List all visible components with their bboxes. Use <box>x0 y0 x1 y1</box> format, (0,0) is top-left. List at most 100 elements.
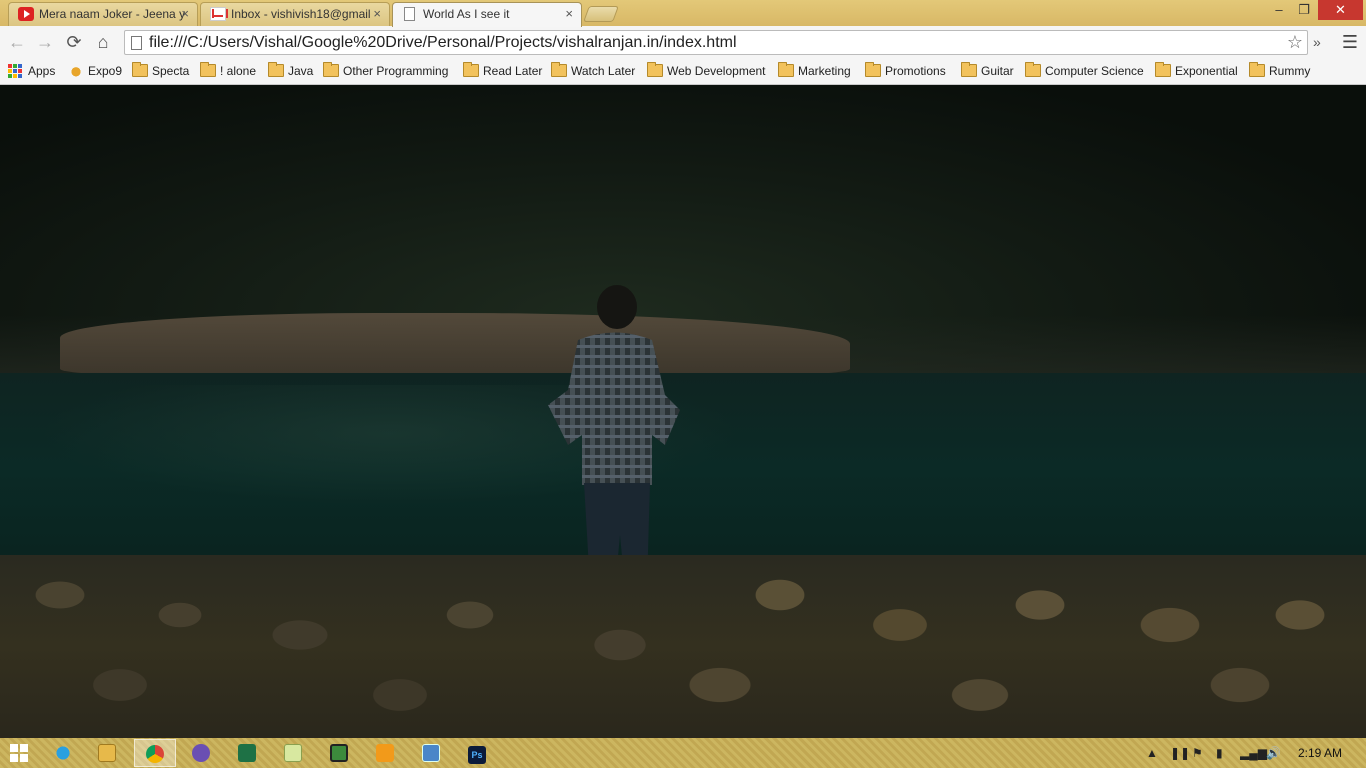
folder-icon <box>200 62 216 77</box>
close-window-button[interactable]: ✕ <box>1318 0 1363 20</box>
tab-title: World As I see it <box>423 7 510 21</box>
reload-button[interactable]: ⟳ <box>62 30 86 54</box>
bookmark-label: Read Later <box>483 64 543 78</box>
folder-icon <box>647 62 663 77</box>
tab-youtube[interactable]: Mera naam Joker - Jeena y × <box>8 2 198 26</box>
chrome-menu-button[interactable]: ☰ <box>1338 30 1362 54</box>
title-bar: Mera naam Joker - Jeena y × Inbox - vish… <box>0 0 1366 27</box>
back-button[interactable]: ← <box>5 30 29 54</box>
gmail-icon <box>210 7 228 21</box>
new-tab-button[interactable] <box>583 6 619 22</box>
bookmark-folder-java[interactable]: Java <box>268 62 313 80</box>
bookmark-folder-computer-science[interactable]: Computer Science <box>1025 62 1144 80</box>
chrome-icon <box>146 745 164 763</box>
tab-gmail[interactable]: Inbox - vishivish18@gmail × <box>200 2 390 26</box>
folder-icon <box>1155 62 1171 77</box>
folder-icon <box>961 62 977 77</box>
forward-button[interactable]: → <box>33 30 57 54</box>
network-signal-icon[interactable]: ▂▄▆ <box>1240 738 1267 768</box>
windows-logo-icon <box>10 744 28 762</box>
apps-grid-icon <box>8 64 22 78</box>
bookmark-label: Expo9 <box>88 64 123 78</box>
bookmark-folder-other-programming[interactable]: Other Programming <box>323 62 448 80</box>
bookmark-label: Rummy <box>1269 64 1311 78</box>
taskbar-photoshop[interactable]: Ps <box>456 739 498 767</box>
show-hidden-icons-button[interactable]: ▲ <box>1146 738 1158 768</box>
bookmark-apps[interactable]: Apps <box>8 62 55 80</box>
excel-icon <box>238 744 256 762</box>
home-button[interactable]: ⌂ <box>91 30 115 54</box>
minimize-button[interactable]: – <box>1266 0 1292 20</box>
address-bar[interactable]: file:///C:/Users/Vishal/Google%20Drive/P… <box>124 30 1308 55</box>
app-purple-icon <box>192 744 210 762</box>
bookmark-label: Guitar <box>981 64 1014 78</box>
taskbar-media-player[interactable] <box>364 739 406 767</box>
folder-icon <box>463 62 479 77</box>
sticky-notes-icon <box>284 744 302 762</box>
folder-icon <box>1025 62 1041 77</box>
bookmark-folder-rummy[interactable]: Rummy <box>1249 62 1310 80</box>
folder-icon <box>268 62 284 77</box>
action-center-flag-icon[interactable]: ⚑ <box>1192 738 1203 768</box>
bookmark-folder-marketing[interactable]: Marketing <box>778 62 851 80</box>
bookmark-folder-web-development[interactable]: Web Development <box>647 62 766 80</box>
expo9-icon <box>68 64 84 77</box>
background-photo <box>0 85 1366 738</box>
file-explorer-icon <box>98 744 116 762</box>
windows-taskbar: Ps ▲ ❚❚ ⚑ ▮ ▂▄▆ 🔊 2:19 AM <box>0 738 1366 768</box>
bookmark-label: Specta <box>152 64 190 78</box>
taskbar-excel[interactable] <box>226 739 268 767</box>
tab-title: Inbox - vishivish18@gmail <box>231 7 371 21</box>
photoshop-icon: Ps <box>468 746 486 764</box>
taskbar-file-explorer[interactable] <box>86 739 128 767</box>
bookmark-folder-watch-later[interactable]: Watch Later <box>551 62 635 80</box>
url-text[interactable]: file:///C:/Users/Vishal/Google%20Drive/P… <box>149 34 737 52</box>
power-battery-icon[interactable]: ▮ <box>1216 738 1223 768</box>
bookmark-folder-promotions[interactable]: Promotions <box>865 62 946 80</box>
app-green-icon <box>330 744 348 762</box>
bookmark-label: ! alone <box>220 64 257 78</box>
maximize-button[interactable]: ❐ <box>1291 0 1317 20</box>
folder-icon <box>778 62 794 77</box>
volume-icon[interactable]: 🔊 <box>1266 738 1281 768</box>
start-button[interactable] <box>4 739 34 767</box>
youtube-icon <box>18 7 34 21</box>
pause-icon[interactable]: ❚❚ <box>1170 738 1190 768</box>
bookmark-folder-exponential[interactable]: Exponential <box>1155 62 1238 80</box>
bookmark-label: Marketing <box>798 64 851 78</box>
extensions-overflow-button[interactable]: » <box>1313 34 1321 50</box>
bookmark-label: Java <box>288 64 314 78</box>
page-icon <box>131 36 142 50</box>
tab-world-as-i-see-it[interactable]: World As I see it × <box>392 2 582 27</box>
media-player-icon <box>376 744 394 762</box>
folder-icon <box>323 62 339 77</box>
bookmark-label: Web Development <box>667 64 766 78</box>
folder-icon <box>132 62 148 77</box>
taskbar-clock[interactable]: 2:19 AM <box>1298 738 1342 768</box>
bookmark-folder-alone[interactable]: ! alone <box>200 62 256 80</box>
bookmarks-bar: Apps Expo9 Specta ! alone Java Other Pro… <box>0 58 1366 85</box>
taskbar-remote-desktop[interactable] <box>410 739 452 767</box>
taskbar-chrome[interactable] <box>134 739 176 767</box>
taskbar-sticky-notes[interactable] <box>272 739 314 767</box>
sand-bank <box>60 313 850 375</box>
bookmark-label: Apps <box>28 64 56 78</box>
taskbar-app-purple[interactable] <box>180 739 222 767</box>
bookmark-folder-guitar[interactable]: Guitar <box>961 62 1014 80</box>
bookmark-label: Other Programming <box>343 64 449 78</box>
bookmark-label: Exponential <box>1175 64 1238 78</box>
bookmark-label: Watch Later <box>571 64 636 78</box>
rocky-shore <box>0 555 1366 738</box>
bookmark-expo9[interactable]: Expo9 <box>68 62 122 80</box>
bookmark-folder-read-later[interactable]: Read Later <box>463 62 542 80</box>
bookmark-folder-specta[interactable]: Specta <box>132 62 189 80</box>
folder-icon <box>865 62 881 77</box>
close-tab-icon[interactable]: × <box>181 3 189 25</box>
bookmark-star-icon[interactable]: ☆ <box>1287 32 1303 53</box>
close-tab-icon[interactable]: × <box>565 3 573 25</box>
taskbar-internet-explorer[interactable] <box>42 739 84 767</box>
taskbar-app-green[interactable] <box>318 739 360 767</box>
bookmark-label: Computer Science <box>1045 64 1144 78</box>
close-tab-icon[interactable]: × <box>373 3 381 25</box>
page-icon <box>404 7 415 21</box>
